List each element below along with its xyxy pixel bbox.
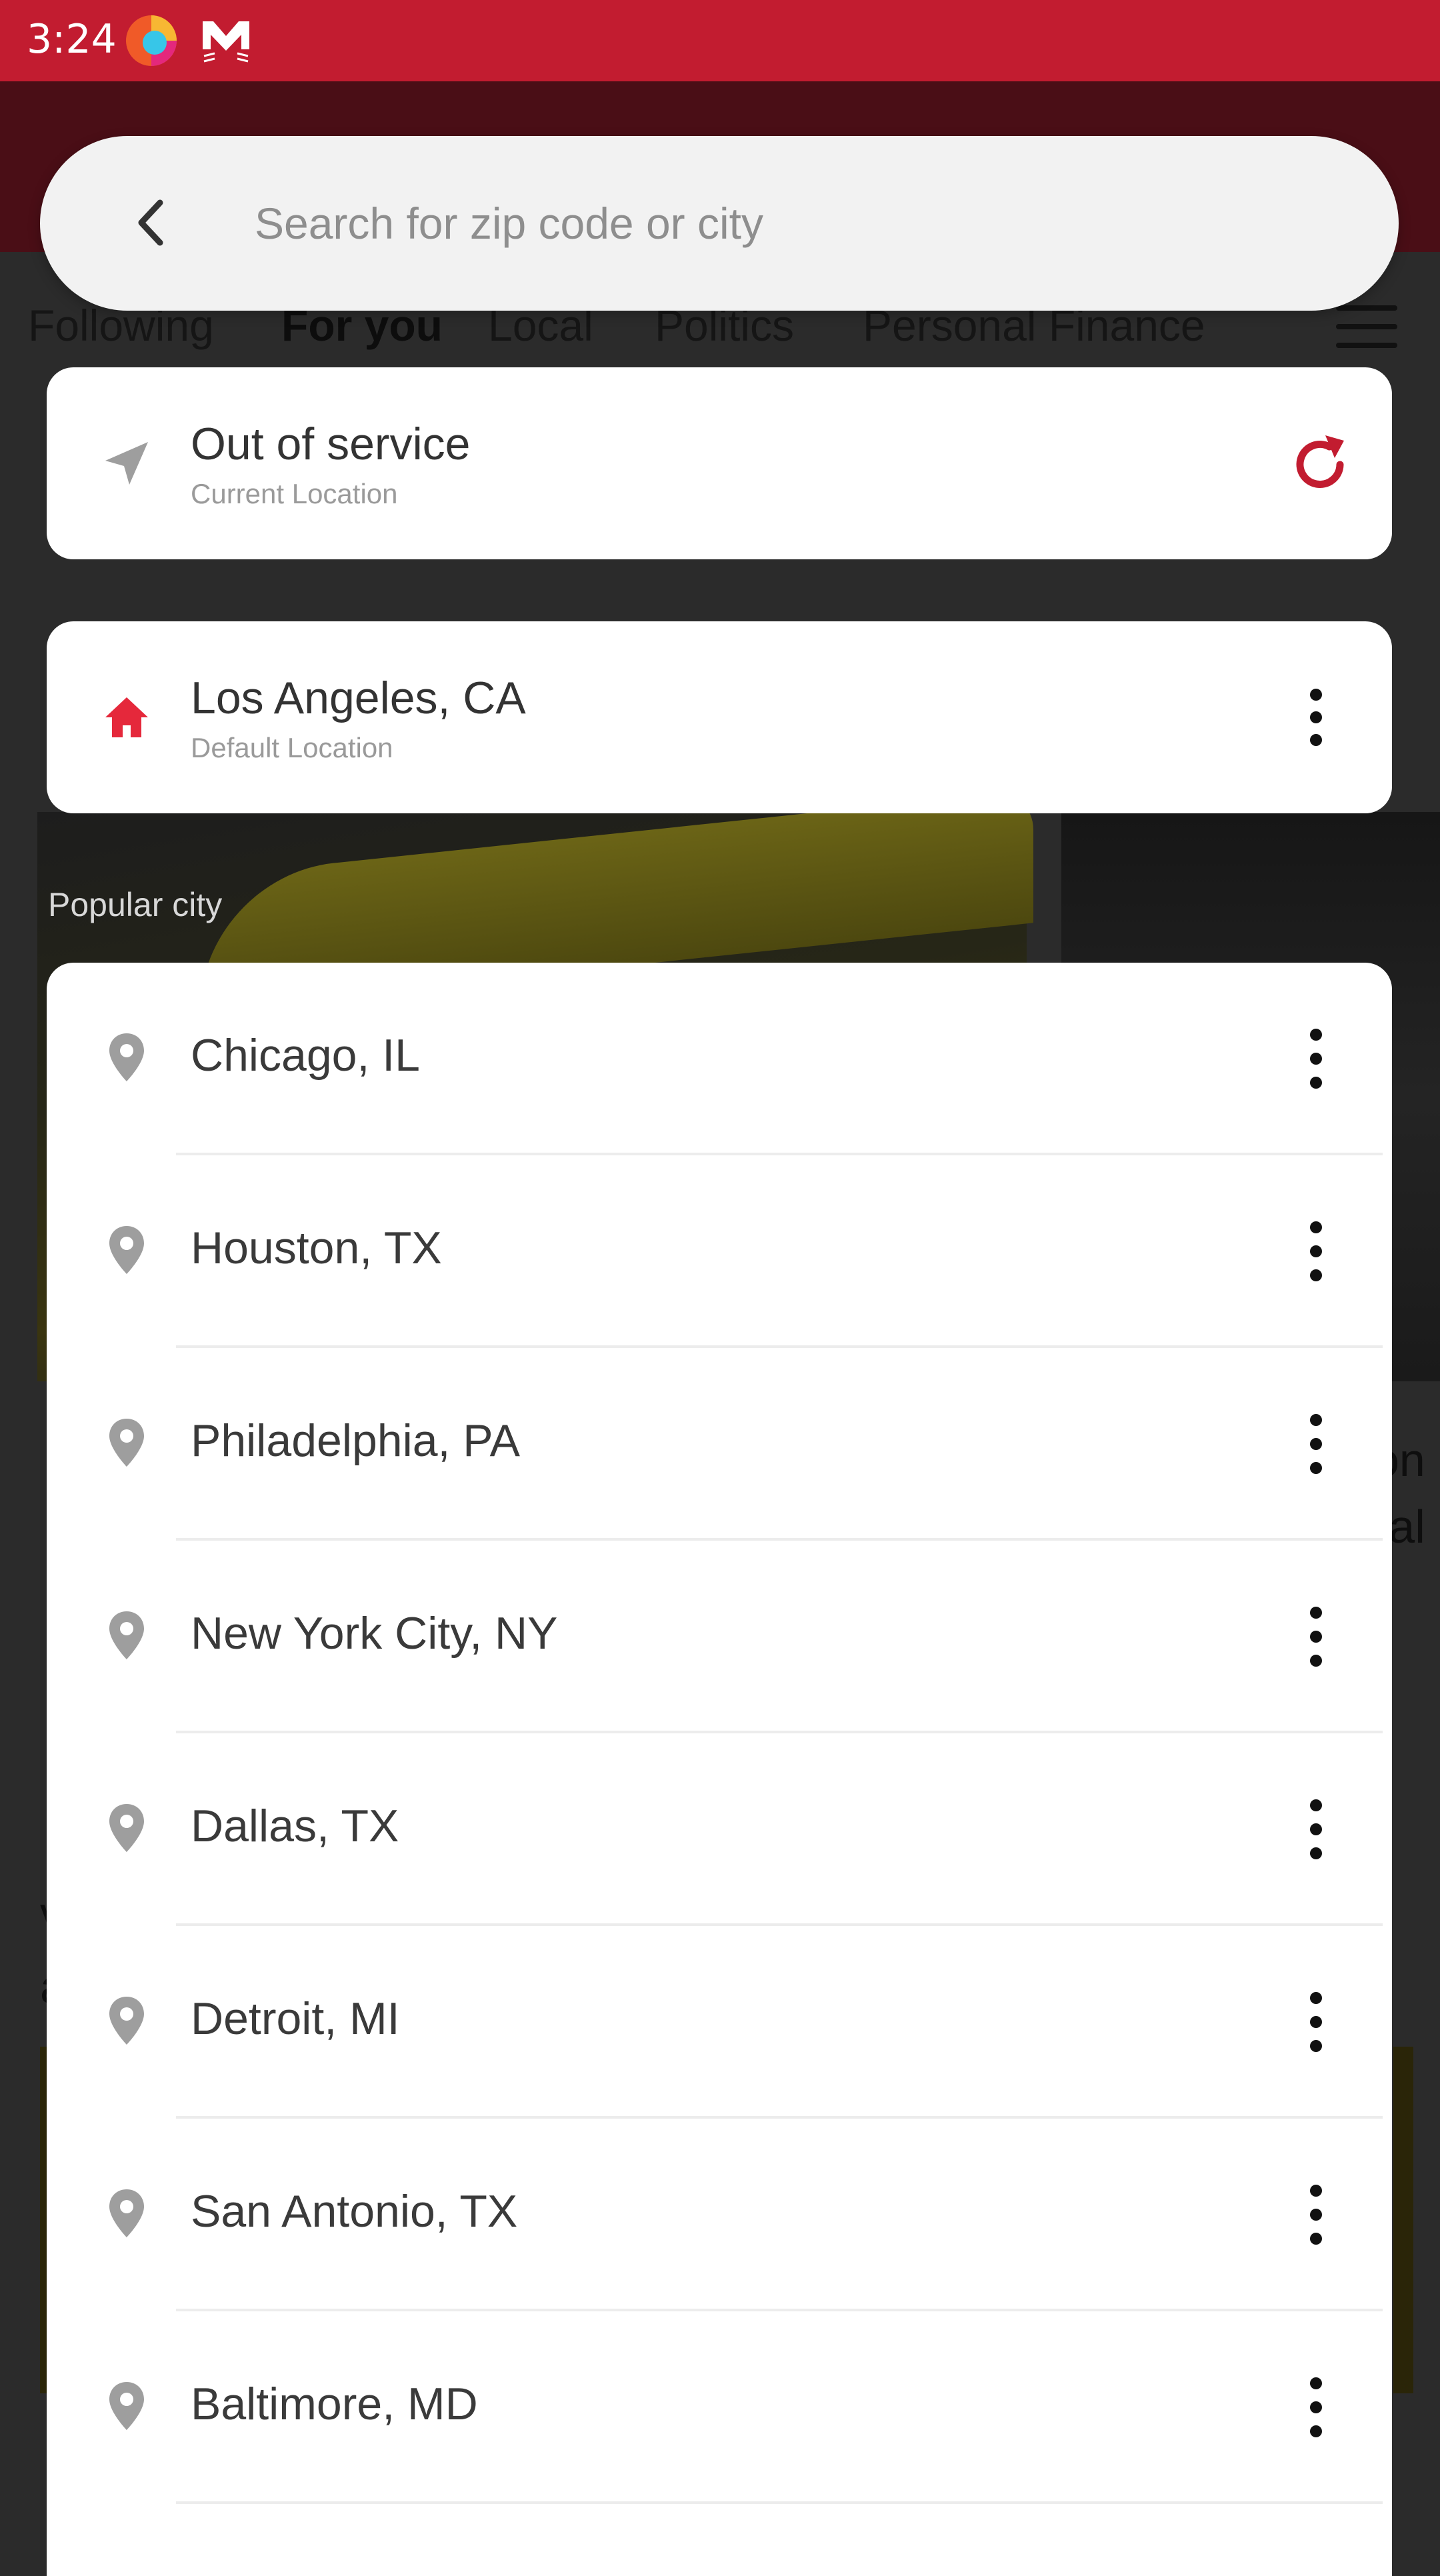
city-label: New York City, NY xyxy=(191,1608,558,1659)
more-vert-icon[interactable] xyxy=(1303,2373,1329,2442)
refresh-icon[interactable] xyxy=(1287,431,1353,498)
city-item-new-york[interactable]: New York City, NY xyxy=(47,1541,1392,1733)
city-item-detroit[interactable]: Detroit, MI xyxy=(47,1926,1392,2119)
city-label: Philadelphia, PA xyxy=(191,1415,520,1466)
location-pin-icon xyxy=(109,1804,144,1852)
firefox-like-app-icon xyxy=(126,15,177,66)
location-pin-icon xyxy=(109,2382,144,2430)
more-vert-icon[interactable] xyxy=(1303,1602,1329,1671)
city-label: Houston, TX xyxy=(191,1223,442,1273)
search-bar xyxy=(40,136,1399,311)
popular-city-heading: Popular city xyxy=(48,886,223,923)
location-pin-icon xyxy=(109,1997,144,2045)
more-vert-icon[interactable] xyxy=(1296,684,1336,751)
city-item-chicago[interactable]: Chicago, IL xyxy=(47,963,1392,1155)
more-vert-icon[interactable] xyxy=(1303,1217,1329,1286)
city-item-houston[interactable]: Houston, TX xyxy=(47,1155,1392,1348)
city-label: Chicago, IL xyxy=(191,1030,420,1081)
location-pin-icon xyxy=(109,1611,144,1659)
status-bar: 3:24 xyxy=(0,0,1440,81)
location-pin-icon xyxy=(109,1033,144,1081)
current-location-title: Out of service xyxy=(191,419,471,469)
city-item-san-antonio[interactable]: San Antonio, TX xyxy=(47,2119,1392,2311)
city-label: Detroit, MI xyxy=(191,1993,400,2044)
city-label: San Antonio, TX xyxy=(191,2186,518,2237)
popular-cities-list: Chicago, IL Houston, TX Philadelphia, PA… xyxy=(47,963,1392,2576)
location-pin-icon xyxy=(109,2189,144,2237)
more-vert-icon[interactable] xyxy=(1303,2180,1329,2249)
city-item-baltimore[interactable]: Baltimore, MD xyxy=(47,2311,1392,2504)
default-location-subtitle: Default Location xyxy=(191,732,393,763)
background-image-edge xyxy=(1393,2047,1413,2393)
current-location-card[interactable]: Out of service Current Location xyxy=(47,367,1392,559)
search-input[interactable] xyxy=(253,176,1323,271)
default-location-title: Los Angeles, CA xyxy=(191,673,526,723)
more-vert-icon[interactable] xyxy=(1303,1795,1329,1864)
status-time: 3:24 xyxy=(27,16,117,63)
more-vert-icon[interactable] xyxy=(1303,1987,1329,2057)
city-label: Baltimore, MD xyxy=(191,2379,478,2429)
more-vert-icon[interactable] xyxy=(1303,1409,1329,1479)
default-location-card[interactable]: Los Angeles, CA Default Location xyxy=(47,621,1392,813)
more-vert-icon[interactable] xyxy=(1303,1024,1329,1093)
mail-cat-icon xyxy=(203,21,249,63)
current-location-subtitle: Current Location xyxy=(191,478,398,509)
city-label: Dallas, TX xyxy=(191,1801,399,1851)
city-item-dallas[interactable]: Dallas, TX xyxy=(47,1733,1392,1926)
row-divider xyxy=(176,2501,1383,2504)
location-pin-icon xyxy=(109,1419,144,1467)
navigation-arrow-icon xyxy=(105,442,148,485)
back-arrow-icon[interactable] xyxy=(125,196,179,249)
home-icon xyxy=(105,697,148,737)
location-pin-icon xyxy=(109,1226,144,1274)
city-item-philadelphia[interactable]: Philadelphia, PA xyxy=(47,1348,1392,1541)
